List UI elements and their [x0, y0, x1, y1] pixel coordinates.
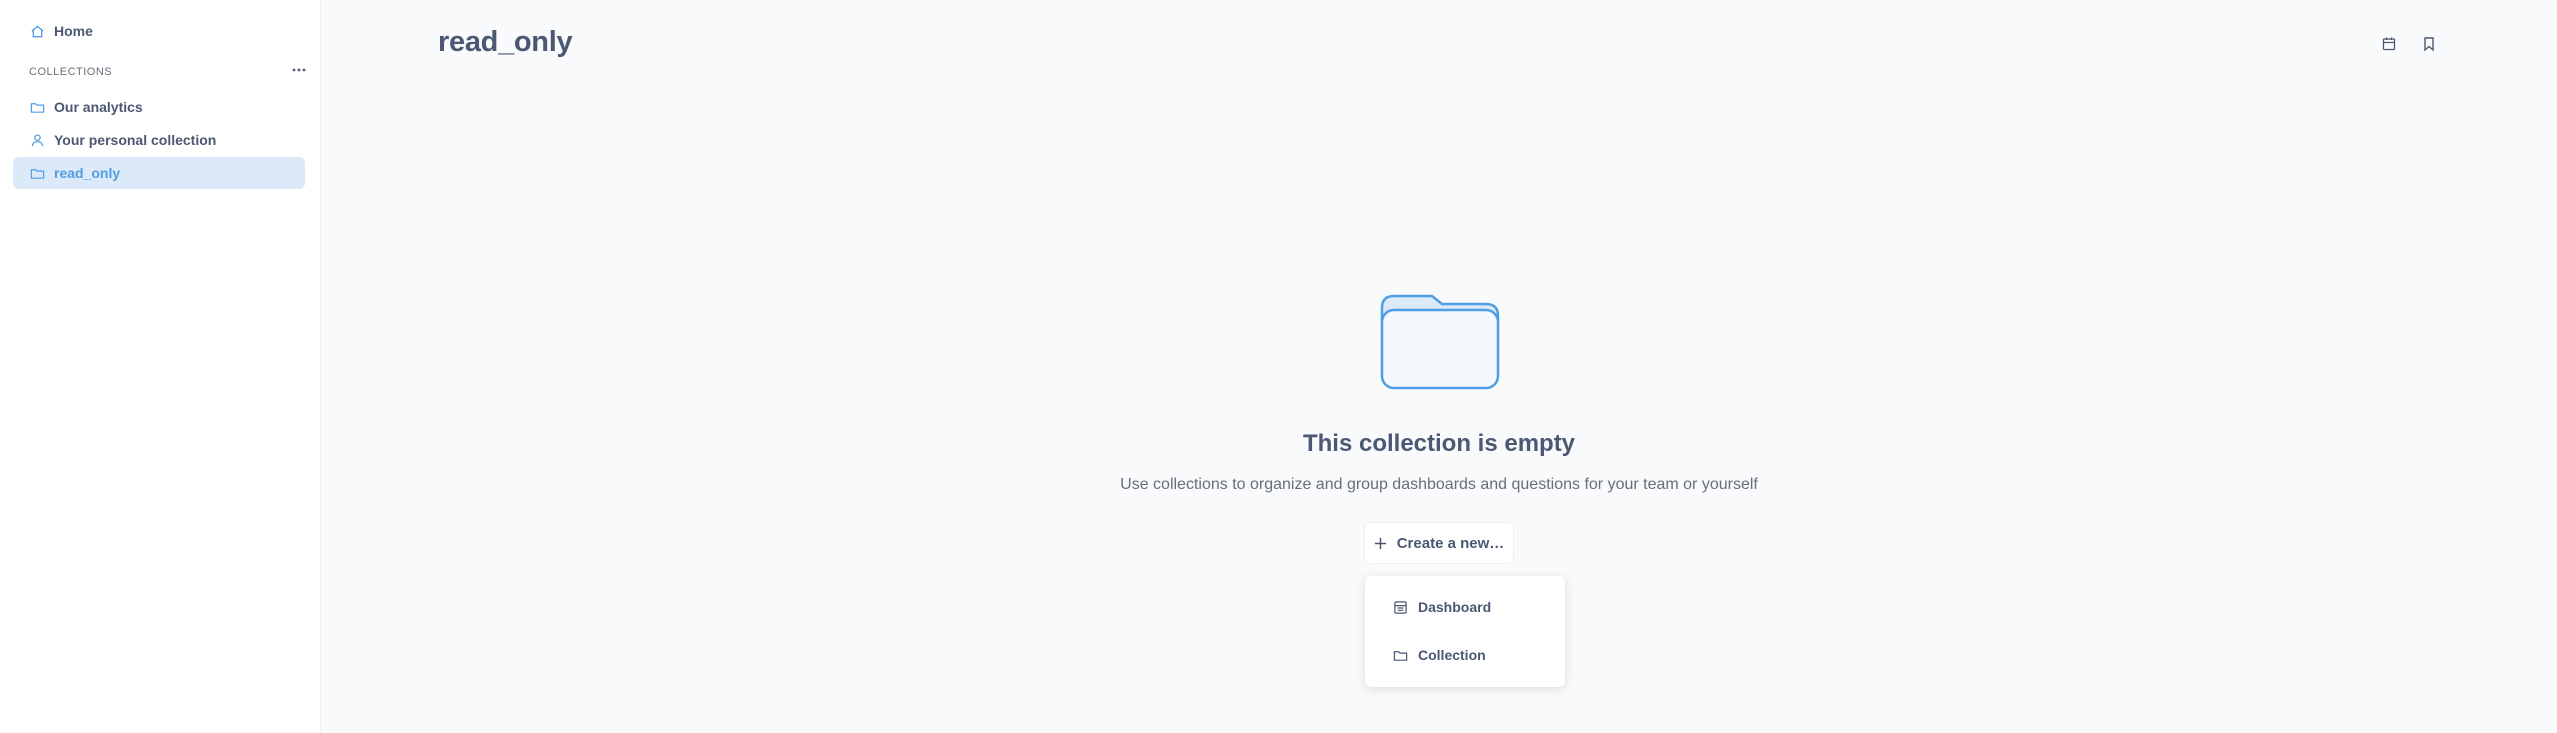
sidebar-item-home[interactable]: Home: [13, 15, 305, 47]
empty-state-title: This collection is empty: [1302, 430, 1576, 457]
sidebar-item-label: Home: [54, 23, 93, 39]
menu-item-label: Collection: [1418, 647, 1486, 663]
plus-icon: [1374, 537, 1386, 549]
sidebar-item-label: read_only: [54, 165, 121, 181]
sidebar-item-personal-collection[interactable]: Your personal collection: [13, 124, 305, 156]
page-title: read_only: [438, 26, 573, 58]
create-new-button[interactable]: Create a new…: [1364, 522, 1514, 564]
person-icon: [31, 133, 44, 146]
sidebar-item-our-analytics[interactable]: Our analytics: [13, 91, 305, 123]
folder-icon: [1393, 650, 1408, 661]
sidebar-item-label: Our analytics: [54, 99, 143, 115]
folder-icon: [30, 102, 45, 113]
section-title: COLLECTIONS: [29, 66, 113, 78]
empty-folder-illustration: [1380, 294, 1500, 390]
folder-icon: [30, 168, 45, 179]
sidebar-item-read-only[interactable]: read_only: [13, 157, 305, 189]
more-options-icon[interactable]: [289, 62, 309, 78]
create-new-menu: Dashboard Collection: [1365, 576, 1565, 687]
create-new-label: Create a new…: [1396, 534, 1505, 552]
sidebar: Home COLLECTIONS Our analytics Your pers…: [0, 0, 321, 733]
menu-item-dashboard[interactable]: Dashboard: [1365, 587, 1565, 627]
empty-state-description: Use collections to organize and group da…: [1120, 476, 1758, 493]
menu-item-label: Dashboard: [1418, 599, 1492, 615]
menu-item-collection[interactable]: Collection: [1365, 635, 1565, 675]
dashboard-icon: [1394, 600, 1407, 614]
sidebar-item-label: Your personal collection: [54, 132, 217, 148]
bookmark-icon[interactable]: [2421, 36, 2437, 52]
collections-section-header: COLLECTIONS: [29, 66, 309, 82]
home-icon: [31, 24, 44, 37]
calendar-icon[interactable]: [2381, 36, 2397, 52]
